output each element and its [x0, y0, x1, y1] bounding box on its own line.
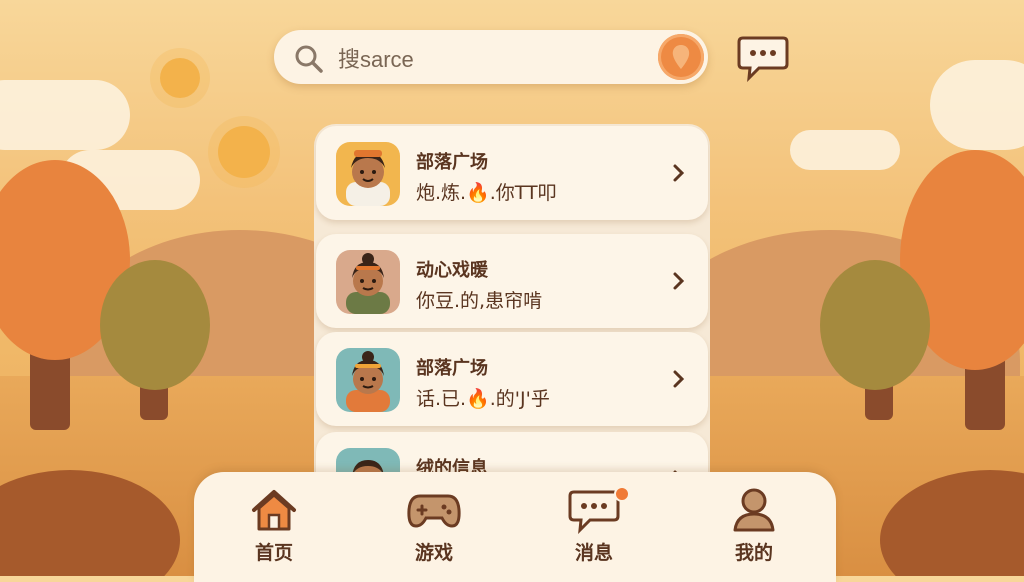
cloud-right: [930, 60, 1024, 150]
chevron-right-icon: [673, 370, 685, 388]
tab-label: 游戏: [414, 542, 453, 564]
chevron-right-icon: [673, 164, 685, 182]
avatar: [336, 250, 400, 314]
list-item-subtitle: 你豆.的,患帘啃: [416, 290, 543, 312]
message-icon: [568, 490, 620, 534]
chat-icon[interactable]: [737, 34, 789, 82]
list-item-subtitle: 话.已.🔥.的'J'乎: [416, 388, 550, 410]
search-icon[interactable]: [294, 44, 324, 74]
tab-games[interactable]: 游戏: [384, 486, 484, 566]
list-item[interactable]: 部落广场 炮.炼.🔥.你TT叩: [316, 126, 708, 220]
bottom-tab-bar: 首页 游戏 消息 我的: [194, 472, 836, 582]
tab-profile[interactable]: 我的: [704, 486, 804, 566]
location-button[interactable]: [658, 34, 704, 80]
list-item[interactable]: 部落广场 话.已.🔥.的'J'乎: [316, 332, 708, 426]
tab-label: 首页: [254, 542, 293, 564]
tab-label: 消息: [574, 542, 613, 564]
sun-small: [160, 58, 200, 98]
list-item-title: 部落广场: [416, 358, 488, 379]
cloud-mid-right: [790, 130, 900, 170]
tree-crown-left-2: [100, 260, 210, 390]
profile-icon: [733, 488, 775, 532]
search-input[interactable]: [336, 38, 630, 78]
avatar: [336, 348, 400, 412]
chevron-right-icon: [673, 272, 685, 290]
gamepad-icon: [407, 494, 461, 528]
tab-label: 我的: [734, 542, 773, 564]
tab-messages[interactable]: 消息: [544, 486, 644, 566]
sun-large: [218, 126, 270, 178]
home-icon: [252, 490, 296, 531]
list-item-subtitle: 炮.炼.🔥.你TT叩: [416, 182, 557, 204]
search-bar[interactable]: [274, 30, 708, 84]
list-item-title: 部落广场: [416, 152, 488, 173]
tab-home[interactable]: 首页: [224, 486, 324, 566]
notification-dot: [614, 486, 630, 502]
avatar: [336, 142, 400, 206]
list-item-title: 动心戏暖: [416, 260, 488, 281]
location-pin-icon: [672, 45, 690, 69]
cloud-left: [0, 80, 130, 150]
tree-crown-right-2: [820, 260, 930, 390]
channel-list: 部落广场 炮.炼.🔥.你TT叩 动心戏暖 你豆.的,患帘啃 部落广场 话.已.🔥…: [314, 124, 710, 484]
list-item[interactable]: 动心戏暖 你豆.的,患帘啃: [316, 234, 708, 328]
